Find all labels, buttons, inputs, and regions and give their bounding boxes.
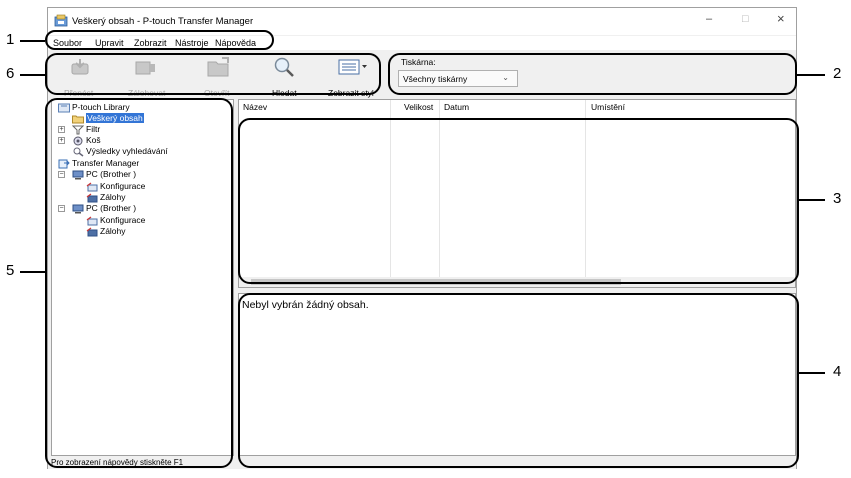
highlight-menu-bar [45, 30, 274, 50]
highlight-printer-select [388, 53, 797, 95]
callout-line [20, 74, 45, 76]
callout-line [797, 74, 825, 76]
highlight-preview-pane [238, 293, 799, 468]
maximize-button[interactable]: □ [742, 13, 749, 25]
window-title: Veškerý obsah - P-touch Transfer Manager [72, 16, 254, 27]
callout-line [20, 271, 45, 273]
highlight-content-list [238, 118, 799, 284]
highlight-toolbar [45, 53, 381, 95]
callout-line [799, 199, 825, 201]
column-header-name[interactable]: Název [243, 102, 267, 112]
column-header-location[interactable]: Umístění [591, 102, 625, 112]
minimize-button[interactable]: – [706, 13, 712, 25]
app-icon [54, 14, 68, 27]
callout-4: 4 [833, 363, 842, 380]
callout-6: 6 [6, 65, 15, 82]
callout-2: 2 [833, 65, 842, 82]
callout-1: 1 [6, 31, 15, 48]
highlight-tree-pane [45, 98, 233, 468]
callout-5: 5 [6, 262, 15, 279]
close-button[interactable]: × [777, 11, 785, 26]
callout-3: 3 [833, 190, 842, 207]
callout-line [20, 40, 45, 42]
column-header-size[interactable]: Velikost [404, 102, 433, 112]
column-header-date[interactable]: Datum [444, 102, 469, 112]
callout-line [799, 372, 825, 374]
